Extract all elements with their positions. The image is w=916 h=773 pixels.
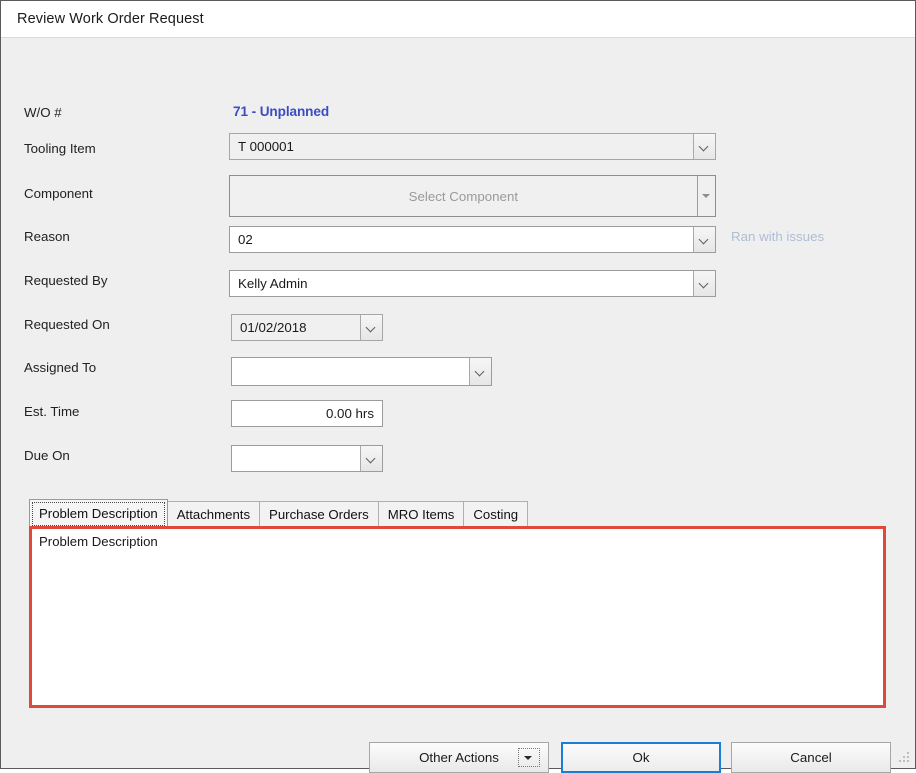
window-title: Review Work Order Request [17,11,204,27]
ok-button[interactable]: Ok [561,742,721,773]
component-label: Component [24,186,93,201]
assigned-to-dropdown-icon[interactable] [469,358,491,385]
requested-by-value: Kelly Admin [238,276,308,291]
tab-strip: Problem Description Attachments Purchase… [29,499,529,526]
cancel-label: Cancel [790,750,832,765]
est-time-label: Est. Time [24,404,80,419]
problem-description-panel[interactable]: Problem Description [29,526,886,708]
tooling-item-combobox[interactable]: T 000001 [229,133,716,160]
other-actions-label: Other Actions [419,750,499,765]
tab-costing[interactable]: Costing [463,501,529,526]
requested-by-label: Requested By [24,273,108,288]
tab-label: MRO Items [387,506,455,522]
tooling-item-label: Tooling Item [24,141,96,156]
resize-grip[interactable] [898,752,911,765]
dialog-body: W/O # 71 - Unplanned Tooling Item T 0000… [1,38,915,773]
tooling-item-dropdown-icon[interactable] [693,134,715,159]
tooling-item-value: T 000001 [238,139,294,154]
other-actions-button[interactable]: Other Actions [369,742,549,773]
assigned-to-combobox[interactable] [231,357,492,386]
requested-by-combobox[interactable]: Kelly Admin [229,270,716,297]
component-placeholder: Select Component [408,188,519,204]
est-time-input[interactable]: 0.00 hrs [231,400,383,427]
requested-by-dropdown-icon[interactable] [693,271,715,296]
tab-label: Costing [473,506,519,522]
due-on-datepicker[interactable] [231,445,383,472]
chevron-down-icon [524,755,532,760]
tab-label: Problem Description [39,505,158,521]
requested-on-datepicker[interactable]: 01/02/2018 [231,314,383,341]
wo-number-label: W/O # [24,105,62,120]
est-time-value: 0.00 hrs [325,406,374,421]
cancel-button[interactable]: Cancel [731,742,891,773]
problem-description-heading: Problem Description [39,534,158,549]
assigned-to-label: Assigned To [24,360,97,375]
tab-attachments[interactable]: Attachments [166,501,261,526]
requested-on-label: Requested On [24,317,110,332]
due-on-label: Due On [24,448,70,463]
tab-purchase-orders[interactable]: Purchase Orders [259,501,379,526]
ok-label: Ok [632,750,650,765]
window-titlebar: Review Work Order Request [1,1,915,38]
tab-mro-items[interactable]: MRO Items [377,501,465,526]
requested-on-calendar-icon[interactable] [360,315,382,340]
component-dropdown-icon[interactable] [696,176,715,216]
requested-on-value: 01/02/2018 [240,320,307,335]
review-work-order-request-window: Review Work Order Request W/O # 71 - Unp… [0,0,916,773]
reason-dropdown-icon[interactable] [693,227,715,252]
tab-label: Purchase Orders [269,506,369,522]
wo-number-value: 71 - Unplanned [233,104,330,119]
component-selector[interactable]: Select Component [229,175,716,217]
tab-problem-description[interactable]: Problem Description [29,499,168,526]
reason-combobox[interactable]: 02 [229,226,716,253]
tab-label: Attachments [176,506,251,522]
reason-label: Reason [24,229,70,244]
due-on-calendar-icon[interactable] [360,446,382,471]
reason-value: 02 [238,232,253,247]
reason-note: Ran with issues [731,229,825,244]
